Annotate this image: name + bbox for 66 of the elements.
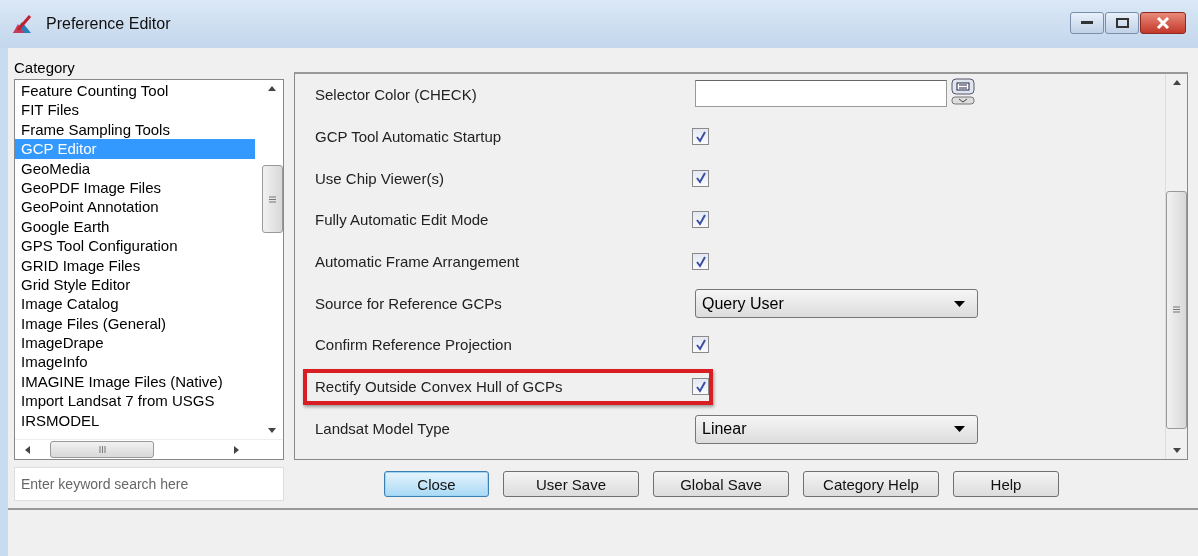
- dropdown[interactable]: Linear: [695, 414, 978, 444]
- category-label: Category: [14, 58, 76, 74]
- setting-label: Landsat Model Type: [314, 419, 451, 437]
- scroll-left-icon[interactable]: [25, 445, 30, 454]
- category-item[interactable]: FIT Files: [15, 100, 261, 120]
- category-item[interactable]: ImageDrape: [15, 333, 261, 353]
- window-title: Preference Editor: [46, 15, 171, 33]
- search-field[interactable]: Enter keyword search here: [14, 467, 284, 501]
- scrollbar[interactable]: [1165, 74, 1187, 459]
- category-item[interactable]: GRID Image Files: [15, 255, 261, 275]
- app-icon: [12, 14, 32, 34]
- category-item[interactable]: GeoMedia: [15, 158, 261, 178]
- scroll-down-icon[interactable]: [268, 428, 276, 433]
- scroll-thumb[interactable]: [50, 441, 154, 458]
- dialog-button[interactable]: Category Help: [803, 471, 939, 497]
- checkbox[interactable]: [692, 128, 709, 146]
- grip-icon: [1173, 306, 1180, 313]
- setting-label: Rectify Outside Convex Hull of GCPs: [314, 378, 564, 396]
- category-item[interactable]: Frame Sampling Tools: [15, 119, 261, 140]
- category-item[interactable]: Image Files (General): [15, 313, 261, 334]
- checkbox[interactable]: [692, 169, 709, 187]
- setting-label: Selector Color (CHECK): [314, 86, 478, 104]
- caret-icon: [954, 300, 965, 307]
- setting-label: Use Chip Viewer(s): [314, 169, 445, 187]
- close-icon[interactable]: [1140, 12, 1186, 34]
- category-item[interactable]: GeoPoint Annotation: [15, 197, 261, 217]
- grip-icon: [98, 446, 106, 453]
- dialog-button[interactable]: Global Save: [653, 471, 789, 497]
- dropdown[interactable]: Query User: [695, 289, 978, 319]
- checkbox[interactable]: [692, 378, 709, 396]
- category-item[interactable]: Google Earth: [15, 216, 261, 237]
- scroll-thumb[interactable]: [261, 165, 283, 233]
- category-item[interactable]: Grid Style Editor: [15, 274, 261, 295]
- category-item[interactable]: Import Landsat 7 from USGS: [15, 391, 261, 411]
- minimize-button[interactable]: [1070, 12, 1104, 34]
- scroll-right-icon[interactable]: [234, 445, 239, 454]
- category-item[interactable]: ImageInfo: [15, 352, 261, 372]
- minimize-icon: [1081, 21, 1093, 25]
- setting-label: Confirm Reference Projection: [314, 336, 513, 354]
- category-item[interactable]: GeoPDF Image Files: [15, 177, 261, 198]
- category-item[interactable]: GPS Tool Configuration: [15, 236, 261, 256]
- category-item[interactable]: Image Catalog: [15, 294, 261, 314]
- horizontal-scrollbar[interactable]: [15, 439, 283, 459]
- category-item[interactable]: IMAGINE Image Files (Native): [15, 371, 261, 392]
- scroll-thumb[interactable]: [1166, 190, 1187, 429]
- dialog-button[interactable]: User Save: [503, 471, 639, 497]
- setting-label: GCP Tool Automatic Startup: [314, 128, 503, 146]
- checkbox[interactable]: [692, 336, 709, 354]
- grip-icon: [268, 195, 276, 203]
- category-item[interactable]: Feature Counting Tool: [15, 81, 261, 101]
- color-field[interactable]: [695, 80, 947, 107]
- scroll-up-icon[interactable]: [268, 86, 276, 91]
- maximize-button[interactable]: [1105, 12, 1139, 34]
- caret-icon: [954, 426, 965, 432]
- category-item[interactable]: IRSMODEL: [15, 410, 261, 431]
- maximize-icon: [1115, 18, 1129, 28]
- dialog-button[interactable]: Close: [384, 471, 489, 497]
- setting-label: Automatic Frame Arrangement: [314, 253, 521, 271]
- setting-label: Fully Automatic Edit Mode: [314, 211, 490, 229]
- checkbox[interactable]: [692, 253, 709, 271]
- color-picker-icon[interactable]: [951, 78, 975, 106]
- dialog-button[interactable]: Help: [953, 471, 1059, 497]
- setting-label: Source for Reference GCPs: [314, 294, 503, 312]
- scroll-up-icon[interactable]: [1172, 80, 1181, 85]
- checkbox[interactable]: [692, 211, 709, 229]
- scroll-down-icon[interactable]: [1172, 448, 1181, 453]
